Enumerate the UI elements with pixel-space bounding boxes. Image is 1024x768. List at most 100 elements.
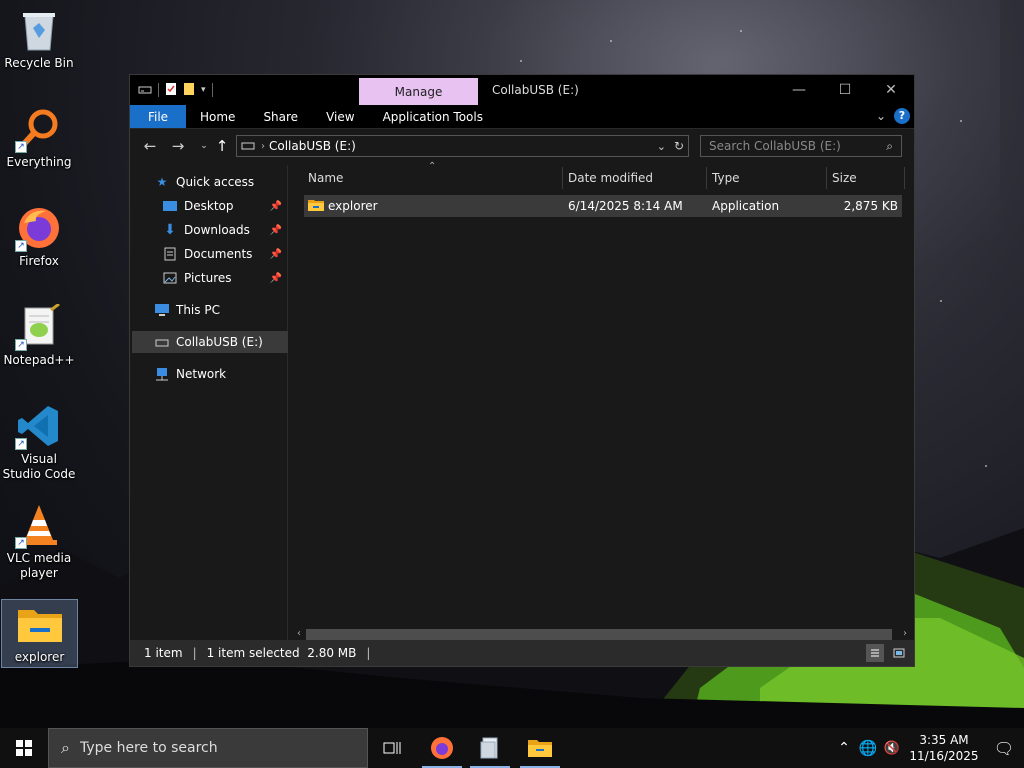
tab-share[interactable]: Share <box>249 105 312 128</box>
desktop-icon-firefox[interactable]: ↗ Firefox <box>2 204 76 269</box>
pin-icon: 📌 <box>269 272 282 284</box>
computer-icon <box>154 302 170 318</box>
manage-contextual-tab[interactable]: Manage <box>359 78 478 105</box>
sort-ascending-icon: ⌃ <box>428 161 437 172</box>
clock[interactable]: 3:35 AM 11/16/2025 <box>904 732 984 764</box>
column-header-size[interactable]: Size <box>832 165 904 191</box>
maximize-button[interactable]: ☐ <box>822 75 868 105</box>
refresh-icon[interactable]: ↻ <box>674 139 684 153</box>
column-header-type[interactable]: Type <box>712 165 826 191</box>
nav-downloads[interactable]: ⬇ Downloads 📌 <box>130 219 286 241</box>
notifications-icon[interactable]: 🗨 <box>984 739 1024 758</box>
folder-icon <box>16 600 64 648</box>
nav-label: Desktop <box>184 199 234 213</box>
desktop-icon-label: explorer <box>14 650 65 664</box>
search-placeholder: Search CollabUSB (E:) <box>709 139 841 153</box>
task-view-icon <box>383 742 401 754</box>
nav-pictures[interactable]: Pictures 📌 <box>130 267 286 289</box>
breadcrumb[interactable]: CollabUSB (E:) <box>269 139 356 153</box>
nav-network[interactable]: Network <box>130 363 286 385</box>
horizontal-scrollbar[interactable]: ‹ › <box>290 627 914 641</box>
firefox-icon: ↗ <box>15 204 63 252</box>
taskbar-search-input[interactable]: ⌕ Type here to search <box>48 728 368 768</box>
desktop-icon-notepad-plus-plus[interactable]: ↗ Notepad++ <box>2 303 76 368</box>
tab-home[interactable]: Home <box>186 105 249 128</box>
taskbar-file-explorer[interactable] <box>516 728 564 768</box>
download-arrow-icon: ⬇ <box>164 222 176 238</box>
picture-icon <box>162 270 178 286</box>
search-input[interactable]: Search CollabUSB (E:) ⌕ <box>700 135 902 157</box>
search-icon: ⌕ <box>886 138 893 153</box>
chevron-up-icon[interactable]: ⌃ <box>832 740 856 756</box>
item-count: 1 item <box>144 646 183 660</box>
help-icon[interactable]: ? <box>894 108 910 124</box>
column-label: Size <box>832 171 857 185</box>
large-icons-view-button[interactable] <box>890 644 908 662</box>
desktop-icon-label: VLC media player <box>6 551 72 580</box>
selection-info: 1 item selected 2.80 MB <box>206 646 357 660</box>
details-view-button[interactable] <box>866 644 884 662</box>
desktop-icon-vscode[interactable]: ↗ Visual Studio Code <box>2 402 76 482</box>
taskbar-notepad[interactable] <box>466 728 514 768</box>
task-view-button[interactable] <box>368 728 416 768</box>
address-bar[interactable]: › CollabUSB (E:) ⌄ ↻ <box>236 135 689 157</box>
search-placeholder: Type here to search <box>79 740 218 756</box>
shortcut-arrow-icon: ↗ <box>15 141 27 153</box>
nav-desktop[interactable]: Desktop 📌 <box>130 195 286 217</box>
shortcut-arrow-icon: ↗ <box>15 240 27 252</box>
nav-label: CollabUSB (E:) <box>176 335 263 349</box>
properties-icon[interactable] <box>165 82 177 99</box>
forward-button[interactable]: → <box>166 134 190 158</box>
expand-ribbon-icon[interactable]: ⌄ <box>876 109 886 123</box>
desktop-icon-vlc[interactable]: ↗ VLC media player <box>2 501 76 581</box>
file-name: explorer <box>328 199 378 213</box>
desktop-folder-icon <box>162 198 178 214</box>
customize-toolbar-icon[interactable]: ▾ <box>201 85 206 95</box>
nav-label: Network <box>176 367 227 381</box>
scroll-thumb[interactable] <box>306 629 892 640</box>
nav-label: Quick access <box>176 175 255 189</box>
nav-label: This PC <box>176 303 220 317</box>
file-date-modified: 6/14/2025 8:14 AM <box>568 199 683 213</box>
shortcut-arrow-icon: ↗ <box>15 339 27 351</box>
nav-documents[interactable]: Documents 📌 <box>130 243 286 265</box>
column-label: Type <box>712 171 740 185</box>
nav-collabusb-drive[interactable]: CollabUSB (E:) <box>132 331 288 353</box>
drive-icon <box>241 139 255 153</box>
taskbar-firefox[interactable] <box>418 728 466 768</box>
clock-time: 3:35 AM <box>919 733 969 747</box>
close-button[interactable]: ✕ <box>868 75 914 105</box>
desktop-icon-everything[interactable]: ↗ Everything <box>2 105 76 170</box>
tab-application-tools[interactable]: Application Tools <box>369 105 497 128</box>
address-dropdown-icon[interactable]: ⌄ <box>657 140 666 153</box>
volume-muted-icon[interactable]: 🔇 <box>880 741 904 756</box>
desktop-icon-recycle-bin[interactable]: Recycle Bin <box>2 6 76 71</box>
nav-label: Downloads <box>184 223 250 237</box>
pin-icon: 📌 <box>269 248 282 260</box>
drive-icon <box>154 334 170 350</box>
network-globe-icon[interactable]: 🌐 <box>856 739 880 757</box>
taskbar: ⌕ Type here to search ⌃ 🌐 🔇 3:35 AM 11/1… <box>0 728 1024 768</box>
table-row[interactable]: explorer 6/14/2025 8:14 AM Application 2… <box>304 195 902 217</box>
back-button[interactable]: ← <box>138 134 162 158</box>
shortcut-arrow-icon: ↗ <box>15 438 27 450</box>
minimize-button[interactable]: — <box>776 75 822 105</box>
search-icon: ⌕ <box>61 738 70 757</box>
tab-view[interactable]: View <box>312 105 368 128</box>
column-header-date-modified[interactable]: Date modified <box>568 165 706 191</box>
firefox-icon <box>431 737 453 759</box>
clock-date: 11/16/2025 <box>909 749 979 763</box>
start-button[interactable] <box>0 728 48 768</box>
new-folder-icon[interactable] <box>183 82 195 99</box>
title-bar[interactable]: ▾ Manage CollabUSB (E:) — ☐ ✕ <box>130 75 914 105</box>
desktop-icon-label: Notepad++ <box>3 353 75 367</box>
pin-icon: 📌 <box>269 224 282 236</box>
up-button[interactable]: ↑ <box>210 134 234 158</box>
tab-file[interactable]: File <box>130 105 186 128</box>
desktop-icon-explorer[interactable]: explorer <box>1 599 78 668</box>
scroll-left-icon[interactable]: ‹ <box>292 627 306 641</box>
scroll-right-icon[interactable]: › <box>898 627 912 641</box>
nav-quick-access[interactable]: ★ Quick access <box>130 171 286 193</box>
column-label: Date modified <box>568 171 654 185</box>
nav-this-pc[interactable]: This PC <box>130 299 286 321</box>
